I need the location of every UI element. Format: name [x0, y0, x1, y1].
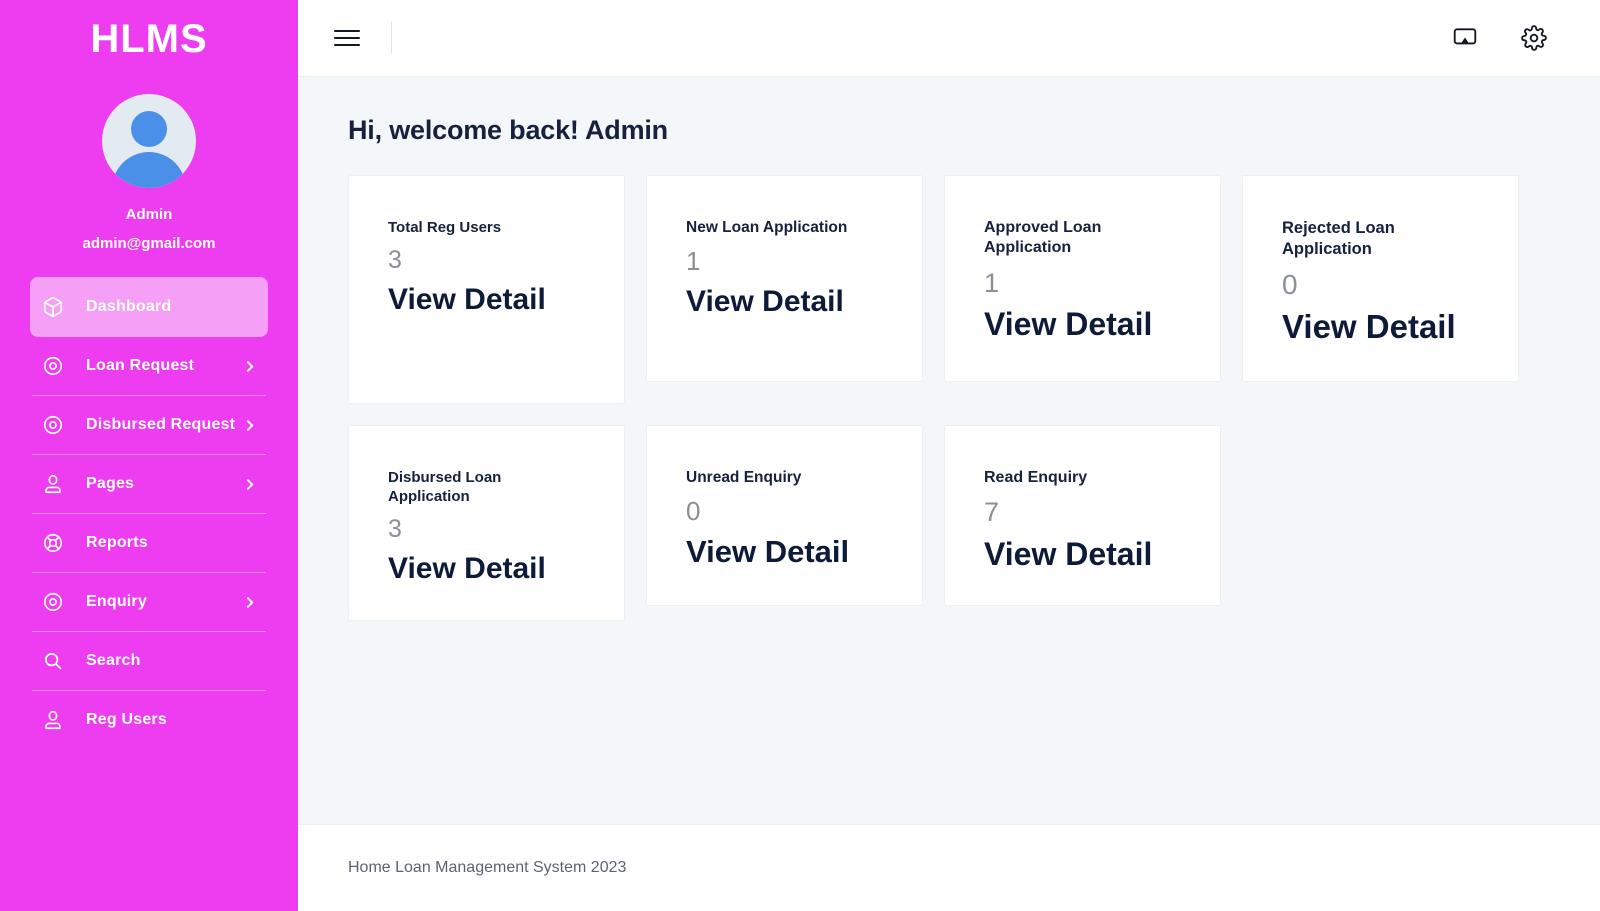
sidebar-item-label: Disbursed Request: [86, 416, 236, 433]
hamburger-icon[interactable]: [334, 25, 360, 51]
avatar-head: [131, 111, 167, 147]
footer-text: Home Loan Management System 2023: [348, 859, 627, 876]
stat-card-value: 1: [686, 245, 701, 276]
view-detail-link[interactable]: View Detail: [388, 552, 585, 585]
sidebar: HLMS Admin admin@gmail.com Dashboard Loa…: [0, 0, 298, 911]
app-logo: HLMS: [90, 17, 208, 61]
gear-icon[interactable]: [1520, 24, 1548, 52]
hamburger-bar: [334, 37, 360, 39]
profile-block: Admin admin@gmail.com: [0, 94, 298, 254]
lifebuoy-icon: [40, 530, 66, 556]
hamburger-bar: [334, 30, 360, 32]
person-icon: [40, 707, 66, 733]
screen-cast-icon[interactable]: [1451, 24, 1479, 52]
chevron-right-icon: [243, 360, 256, 373]
view-detail-link[interactable]: View Detail: [388, 283, 585, 316]
view-detail-link[interactable]: View Detail: [1282, 309, 1479, 346]
profile-name: Admin: [125, 206, 173, 223]
stat-card-title: Disbursed Loan Application: [388, 469, 502, 506]
stat-card-title: Total Reg Users: [388, 219, 502, 236]
sidebar-item-label: Search: [86, 652, 141, 669]
view-detail-link[interactable]: View Detail: [984, 536, 1181, 572]
stat-card-title: New Loan Application: [686, 219, 848, 236]
stat-card-unread-enquiry[interactable]: Unread Enquiry 0 View Detail: [646, 425, 923, 606]
topbar-actions: [1451, 24, 1548, 52]
stat-card-row-2: Disbursed Loan Application 3 View Detail…: [348, 425, 1550, 621]
stat-card-title: Unread Enquiry: [686, 469, 802, 486]
stat-card-value: 3: [388, 515, 402, 544]
view-detail-link[interactable]: View Detail: [686, 285, 883, 318]
stat-card-title: Read Enquiry: [984, 469, 1088, 486]
stat-card-new-loan-application[interactable]: New Loan Application 1 View Detail: [646, 175, 923, 382]
sidebar-item-label: Loan Request: [86, 357, 195, 374]
sidebar-nav: Dashboard Loan Request Disbursed Request…: [0, 277, 298, 749]
stat-card-value: 0: [1282, 269, 1298, 301]
avatar: [102, 94, 196, 188]
view-detail-link[interactable]: View Detail: [686, 534, 883, 569]
chevron-right-icon: [243, 596, 256, 609]
sidebar-item-enquiry[interactable]: Enquiry: [30, 573, 268, 631]
dashboard-content: Hi, welcome back! Admin Total Reg Users …: [298, 77, 1600, 824]
sidebar-item-disbursed-request[interactable]: Disbursed Request: [30, 396, 268, 454]
target-icon: [40, 412, 66, 438]
person-icon: [40, 471, 66, 497]
sidebar-item-pages[interactable]: Pages: [30, 455, 268, 513]
box-icon: [40, 294, 66, 320]
stat-card-read-enquiry[interactable]: Read Enquiry 7 View Detail: [944, 425, 1221, 606]
view-detail-link[interactable]: View Detail: [984, 306, 1181, 342]
stat-card-value: 7: [984, 497, 1000, 528]
stat-card-total-reg-users[interactable]: Total Reg Users 3 View Detail: [348, 175, 625, 404]
sidebar-item-label: Reg Users: [86, 711, 167, 728]
stat-card-title: Approved Loan Application: [984, 219, 1102, 257]
sidebar-item-label: Enquiry: [86, 593, 147, 610]
chevron-right-icon: [243, 478, 256, 491]
chevron-right-icon: [243, 419, 256, 432]
sidebar-item-search[interactable]: Search: [30, 632, 268, 690]
sidebar-item-loan-request[interactable]: Loan Request: [30, 337, 268, 395]
stat-card-value: 0: [686, 495, 701, 526]
search-icon: [40, 648, 66, 674]
stat-card-value: 3: [388, 246, 402, 275]
page-footer: Home Loan Management System 2023: [298, 824, 1600, 911]
hamburger-bar: [334, 44, 360, 46]
stat-card-row-1: Total Reg Users 3 View Detail New Loan A…: [348, 175, 1550, 404]
stat-card-title: Rejected Loan Application: [1282, 219, 1395, 259]
topbar-divider: [391, 22, 392, 54]
target-icon: [40, 353, 66, 379]
sidebar-item-label: Reports: [86, 534, 148, 551]
stat-card-value: 1: [984, 267, 1000, 298]
target-icon: [40, 589, 66, 615]
sidebar-item-label: Dashboard: [86, 298, 172, 315]
top-header-bar: [298, 0, 1600, 77]
profile-email: admin@gmail.com: [82, 235, 216, 252]
app-root: HLMS Admin admin@gmail.com Dashboard Loa…: [0, 0, 1600, 911]
sidebar-item-reg-users[interactable]: Reg Users: [30, 691, 268, 749]
sidebar-item-dashboard[interactable]: Dashboard: [30, 277, 268, 337]
sidebar-item-reports[interactable]: Reports: [30, 514, 268, 572]
stat-card-rejected-loan-application[interactable]: Rejected Loan Application 0 View Detail: [1242, 175, 1519, 382]
page-title: Hi, welcome back! Admin: [348, 115, 668, 145]
sidebar-item-label: Pages: [86, 475, 135, 492]
main-area: Hi, welcome back! Admin Total Reg Users …: [298, 0, 1600, 911]
stat-card-disbursed-loan-application[interactable]: Disbursed Loan Application 3 View Detail: [348, 425, 625, 621]
avatar-body: [112, 152, 186, 188]
stat-card-approved-loan-application[interactable]: Approved Loan Application 1 View Detail: [944, 175, 1221, 382]
